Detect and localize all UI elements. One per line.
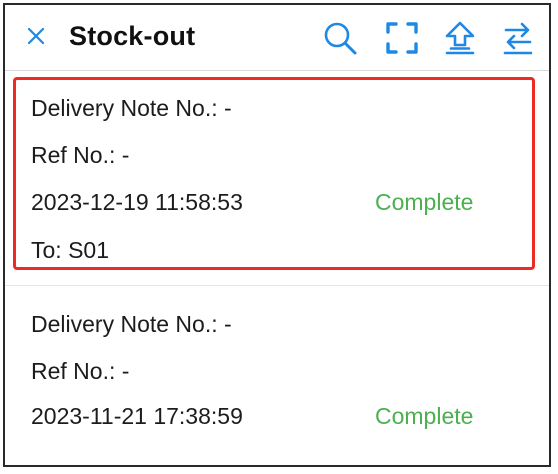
upload-icon bbox=[445, 21, 475, 55]
page-title: Stock-out bbox=[69, 21, 196, 51]
switch-icon bbox=[503, 22, 533, 55]
app-frame: Stock-out Delivery Note No.: - Ref No.: … bbox=[3, 3, 551, 467]
status-badge: Complete bbox=[375, 189, 474, 215]
top-bar: Stock-out bbox=[5, 5, 549, 71]
scan-button[interactable] bbox=[383, 19, 421, 57]
search-button[interactable] bbox=[321, 19, 359, 57]
record-datetime: 2023-12-19 11:58:53 bbox=[31, 189, 243, 215]
reference-number: Ref No.: - bbox=[31, 358, 130, 384]
search-icon bbox=[324, 22, 357, 55]
delivery-note-number: Delivery Note No.: - bbox=[31, 311, 232, 337]
switch-button[interactable] bbox=[499, 19, 537, 57]
delivery-note-number: Delivery Note No.: - bbox=[31, 95, 232, 121]
destination: To: S01 bbox=[31, 237, 109, 263]
reference-number: Ref No.: - bbox=[31, 142, 130, 168]
list-item[interactable]: Delivery Note No.: - Ref No.: - 2023-11-… bbox=[5, 287, 549, 465]
status-badge: Complete bbox=[375, 403, 474, 429]
list-item[interactable]: Delivery Note No.: - Ref No.: - 2023-12-… bbox=[5, 73, 549, 281]
close-icon bbox=[27, 27, 45, 45]
upload-button[interactable] bbox=[441, 19, 479, 57]
close-button[interactable] bbox=[23, 23, 49, 49]
list-divider bbox=[5, 285, 549, 286]
record-datetime: 2023-11-21 17:38:59 bbox=[31, 403, 243, 429]
scan-icon bbox=[386, 22, 418, 54]
